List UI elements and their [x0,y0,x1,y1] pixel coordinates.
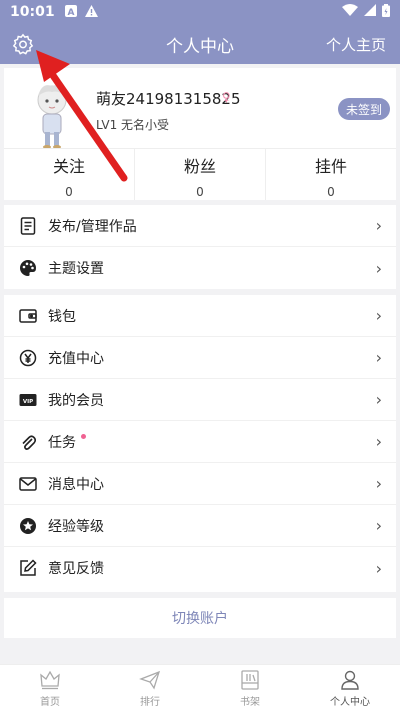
gear-icon[interactable] [12,33,34,55]
status-time: 10:01 [10,4,55,20]
palette-icon [18,258,38,278]
app-header: 个人中心 个人主页 [0,24,400,64]
bottom-nav: 首页 排行 书架 个人中心 [0,664,400,711]
username: 萌友241981315825 [96,90,241,108]
menu-item-feedback[interactable]: 意见反馈 › [4,547,396,589]
chevron-right-icon: › [375,474,382,493]
mail-icon [18,474,38,494]
personal-homepage-link[interactable]: 个人主页 [326,34,386,55]
menu-item-tasks[interactable]: 任务 › [4,421,396,463]
menu-item-membership[interactable]: VIP 我的会员 › [4,379,396,421]
menu-item-label: 充值中心 [48,350,104,367]
svg-text:A: A [67,8,74,17]
chevron-right-icon: › [375,216,382,235]
svg-text:VIP: VIP [23,399,33,405]
menu-item-label: 钱包 [48,308,76,325]
document-icon [18,216,38,236]
chevron-right-icon: › [375,516,382,535]
nav-tab-home[interactable]: 首页 [0,665,100,711]
chevron-right-icon: › [375,558,382,578]
notification-a-icon: A [64,4,77,20]
stat-value: 0 [327,185,335,199]
profile-card: 萌友241981315825 ♀ LV1 无名小受 未签到 关注 0 粉丝 0 … [4,68,396,200]
nav-tab-profile[interactable]: 个人中心 [300,665,400,711]
nav-label: 书架 [240,696,260,708]
page-title: 个人中心 [166,36,234,57]
stat-following[interactable]: 关注 0 [4,149,135,200]
nav-tab-bookshelf[interactable]: 书架 [200,665,300,711]
menu-item-label: 发布/管理作品 [48,218,137,235]
edit-icon [18,558,38,578]
menu-group-account: 钱包 › 充值中心 › VIP 我的会员 › 任务 › 消息中心 › 经验等级 [4,295,396,592]
stat-label: 关注 [52,157,85,176]
stats-bar: 关注 0 粉丝 0 挂件 0 [4,148,396,200]
nav-label: 排行 [140,696,160,708]
stat-label: 粉丝 [183,157,216,176]
yen-icon [18,348,38,368]
chevron-right-icon: › [375,432,382,451]
star-badge-icon [18,516,38,536]
avatar[interactable] [28,80,76,150]
warning-icon [84,4,98,20]
menu-group-works: 发布/管理作品 › 主题设置 › [4,205,396,289]
paper-plane-icon [139,669,161,691]
nav-label: 首页 [40,696,60,708]
chevron-right-icon: › [375,306,382,325]
menu-item-label: 任务 [48,434,76,451]
chevron-right-icon: › [375,258,382,278]
chevron-right-icon: › [375,390,382,409]
user-level: LV1 无名小受 [96,118,170,132]
signal-icon [364,4,376,20]
nav-tab-ranking[interactable]: 排行 [100,665,200,711]
menu-item-publish-works[interactable]: 发布/管理作品 › [4,205,396,247]
bookshelf-icon [239,669,261,691]
stat-label: 挂件 [314,157,347,176]
battery-icon [382,3,390,21]
stat-pendants[interactable]: 挂件 0 [266,149,396,200]
person-icon [339,669,361,691]
stat-followers[interactable]: 粉丝 0 [135,149,266,200]
menu-item-wallet[interactable]: 钱包 › [4,295,396,337]
vip-icon: VIP [18,390,38,410]
switch-account-button[interactable]: 切换账户 [4,598,396,638]
menu-item-label: 意见反馈 [48,561,104,577]
status-bar: 10:01 A [0,0,400,24]
menu-item-recharge[interactable]: 充值中心 › [4,337,396,379]
menu-item-messages[interactable]: 消息中心 › [4,463,396,505]
gender-female-icon: ♀ [222,90,231,104]
paperclip-icon [18,432,38,452]
stat-value: 0 [196,185,204,199]
signin-button[interactable]: 未签到 [337,98,390,120]
menu-item-label: 消息中心 [48,476,104,493]
crown-icon [39,669,61,691]
wallet-icon [18,306,38,326]
menu-item-label: 经验等级 [48,518,104,535]
chevron-right-icon: › [375,348,382,367]
menu-item-experience-level[interactable]: 经验等级 › [4,505,396,547]
menu-item-label: 主题设置 [48,261,104,277]
menu-item-theme-settings[interactable]: 主题设置 › [4,247,396,289]
stat-value: 0 [65,185,73,199]
menu-item-label: 我的会员 [48,392,104,409]
wifi-icon [342,4,358,20]
nav-label: 个人中心 [330,696,370,708]
notification-dot [81,434,86,439]
